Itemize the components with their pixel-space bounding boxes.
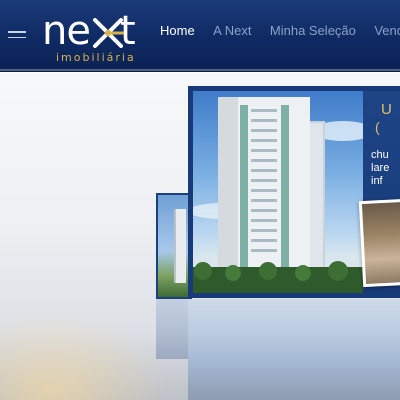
nav-minha-selecao[interactable]: Minha Seleção [270,23,356,39]
thumbnail-building-image [158,195,190,297]
site-header: ne t imobiliária Home A Next Minha Seleçã… [0,0,400,72]
carousel-thumbnail-prev[interactable] [156,193,192,299]
building-render-image [193,91,363,293]
x-star-icon [93,18,124,48]
nav-home[interactable]: Home [160,23,195,39]
nav-venda-seu-imovel[interactable]: Venda seu i [374,23,400,39]
site-logo[interactable]: ne t imobiliária [42,10,142,64]
hamburger-icon[interactable] [8,31,26,40]
hero-area: U ( chu lare inf [0,73,400,400]
slide-subtitle: ( [375,119,380,135]
city-lights-background [0,310,170,400]
main-nav: Home A Next Minha Seleção Venda seu i [160,22,400,40]
carousel-reflection [156,299,400,400]
slide-description: chu lare inf [371,149,390,187]
slide-title: U [381,101,392,118]
nav-a-next[interactable]: A Next [213,23,251,39]
building-illustration [193,97,363,293]
carousel-slide-main[interactable]: U ( chu lare inf [188,86,400,298]
interior-photo [358,198,400,288]
logo-tagline: imobiliária [56,51,136,64]
